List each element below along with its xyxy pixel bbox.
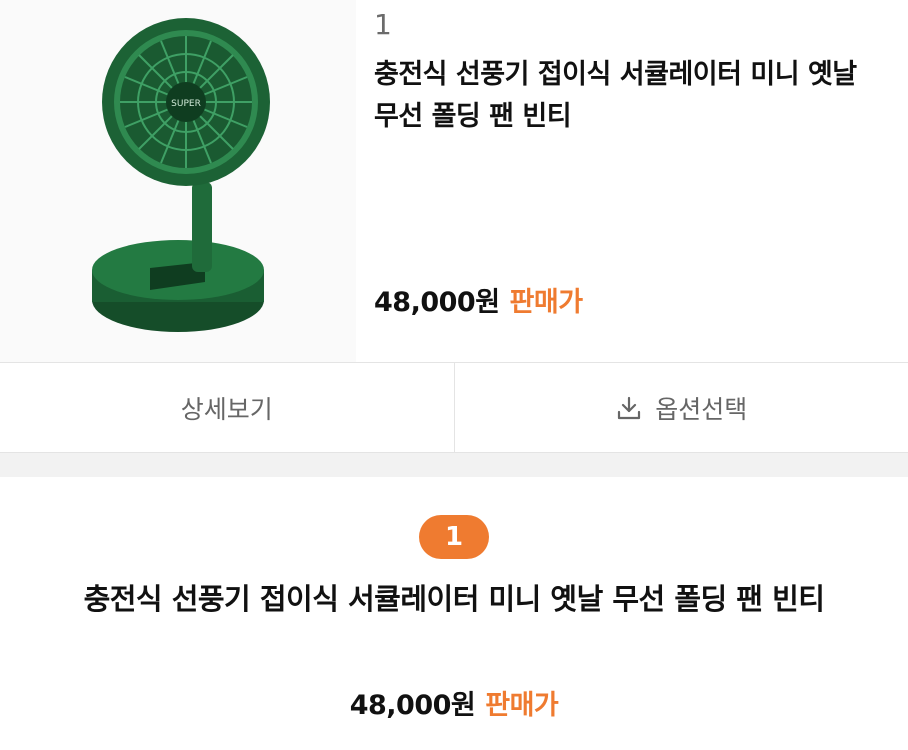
rank-number: 1 [374, 8, 392, 41]
rank-badge: 1 [419, 515, 489, 559]
detail-section: 1 충전식 선풍기 접이식 서큘레이터 미니 옛날 무선 폴딩 팬 빈티 48,… [0, 477, 908, 750]
action-buttons: 상세보기 옵션선택 [0, 362, 908, 453]
detail-view-label: 상세보기 [180, 394, 273, 424]
fan-image: SUPER [92, 18, 270, 332]
section-divider [0, 453, 908, 477]
detail-title: 충전식 선풍기 접이식 서큘레이터 미니 옛날 무선 폴딩 팬 빈티 [83, 582, 825, 616]
detail-price-label: 판매가 [485, 690, 559, 721]
product-image[interactable]: SUPER [0, 0, 356, 362]
price-value: 48,000원 [374, 287, 500, 318]
price-row: 48,000원 판매가 [374, 280, 583, 319]
detail-price-row: 48,000원 판매가 [0, 683, 908, 722]
product-title[interactable]: 충전식 선풍기 접이식 서큘레이터 미니 옛날 무선 폴딩 팬 빈티 [374, 54, 874, 138]
detail-view-button[interactable]: 상세보기 [0, 363, 454, 452]
product-info: 1 충전식 선풍기 접이식 서큘레이터 미니 옛날 무선 폴딩 팬 빈티 48,… [374, 0, 888, 362]
price-label: 판매가 [509, 287, 584, 318]
option-select-label: 옵션선택 [655, 394, 748, 424]
fan-logo: SUPER [171, 99, 201, 109]
option-select-button[interactable]: 옵션선택 [453, 363, 908, 452]
product-card[interactable]: SUPER 1 충전식 선풍기 접이식 서큘레이터 미니 옛날 무선 폴딩 팬 … [0, 0, 908, 362]
download-icon [615, 394, 643, 422]
detail-price-value: 48,000원 [349, 690, 476, 721]
